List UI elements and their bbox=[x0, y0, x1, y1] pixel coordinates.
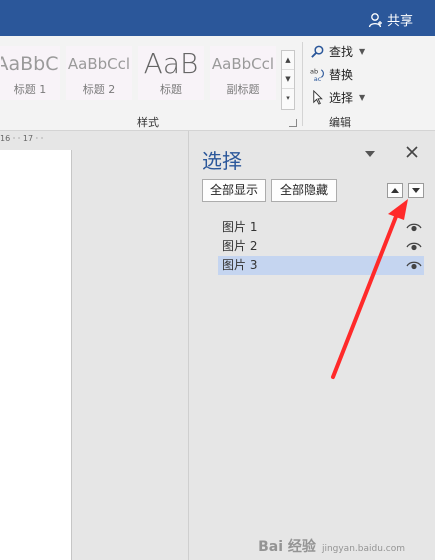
item-label: 图片 3 bbox=[222, 258, 258, 272]
hide-all-button[interactable]: 全部隐藏 bbox=[271, 179, 337, 202]
search-icon bbox=[311, 45, 324, 58]
style-title[interactable]: AaB 标题 bbox=[138, 46, 204, 100]
pane-options-icon[interactable] bbox=[365, 151, 375, 157]
find-label: 查找 bbox=[329, 44, 354, 59]
style-subtitle[interactable]: AaBbCcl 副标题 bbox=[210, 46, 276, 100]
chevron-down-icon: ▼ bbox=[359, 46, 366, 56]
share-label: 共享 bbox=[386, 14, 413, 29]
share-button[interactable]: 共享 bbox=[368, 10, 413, 29]
more-styles-icon[interactable]: ▾ bbox=[282, 89, 294, 108]
style-preview: AaBbC bbox=[0, 53, 59, 75]
replace-label: 替换 bbox=[329, 67, 354, 82]
dialog-launcher-icon[interactable] bbox=[289, 119, 297, 127]
styles-gallery: AaBbC 标题 1 AaBbCcl 标题 2 AaB 标题 AaBbCcl 副… bbox=[0, 46, 298, 110]
cursor-icon bbox=[313, 89, 323, 105]
ruler: 16 · · 17 · · bbox=[0, 131, 188, 147]
style-preview: AaB bbox=[143, 47, 199, 80]
gallery-scroll[interactable]: ▲ ▼ ▾ bbox=[281, 50, 295, 110]
styles-group-label: 样式 bbox=[137, 116, 159, 129]
show-all-button[interactable]: 全部显示 bbox=[202, 179, 266, 202]
style-heading-2[interactable]: AaBbCcl 标题 2 bbox=[66, 46, 132, 100]
send-backward-button[interactable] bbox=[408, 183, 424, 198]
item-label: 图片 2 bbox=[222, 239, 258, 253]
list-item-selected[interactable]: 图片 3 bbox=[218, 256, 424, 275]
style-preview: AaBbCcl bbox=[211, 55, 275, 73]
person-icon bbox=[368, 12, 382, 27]
chevron-down-icon: ▼ bbox=[359, 92, 366, 102]
style-name: 标题 2 bbox=[82, 83, 116, 96]
style-heading-1[interactable]: AaBbC 标题 1 bbox=[0, 46, 60, 100]
eye-icon[interactable] bbox=[406, 260, 422, 271]
scroll-up-icon[interactable]: ▲ bbox=[282, 51, 294, 70]
ruler-marks: 16 · · 17 · · bbox=[0, 134, 44, 143]
eye-icon[interactable] bbox=[406, 222, 422, 233]
find-button[interactable]: 查找 ▼ bbox=[310, 41, 365, 61]
replace-icon: ab ac bbox=[310, 67, 324, 82]
title-bar: 共享 bbox=[0, 0, 435, 36]
style-preview: AaBbCcl bbox=[67, 55, 131, 73]
document-page[interactable] bbox=[0, 150, 72, 560]
style-name: 标题 1 bbox=[13, 83, 47, 96]
watermark-logo: Bai 经验 jingyan.baidu.com bbox=[258, 536, 405, 556]
style-name: 副标题 bbox=[226, 83, 260, 96]
group-divider bbox=[302, 42, 303, 126]
select-label: 选择 bbox=[329, 90, 354, 105]
close-icon[interactable] bbox=[405, 145, 419, 159]
ribbon: AaBbC 标题 1 AaBbCcl 标题 2 AaB 标题 AaBbCcl 副… bbox=[0, 36, 435, 161]
select-button[interactable]: 选择 ▼ bbox=[310, 87, 365, 107]
eye-icon[interactable] bbox=[406, 241, 422, 252]
replace-button[interactable]: ab ac 替换 bbox=[310, 64, 353, 84]
bring-forward-button[interactable] bbox=[387, 183, 403, 198]
selection-pane: 选择 全部显示 全部隐藏 图片 1 图片 2 图片 3 bbox=[188, 131, 435, 560]
triangle-up-icon bbox=[391, 188, 399, 193]
triangle-down-icon bbox=[412, 188, 420, 193]
style-name: 标题 bbox=[160, 83, 182, 96]
editing-group-label: 编辑 bbox=[329, 116, 351, 129]
list-item[interactable]: 图片 1 bbox=[218, 218, 424, 237]
watermark-brand: Bai 经验 bbox=[258, 539, 316, 555]
watermark-domain: jingyan.baidu.com bbox=[321, 544, 405, 554]
pane-title: 选择 bbox=[202, 149, 242, 173]
list-item[interactable]: 图片 2 bbox=[218, 237, 424, 256]
svg-text:ac: ac bbox=[314, 75, 322, 82]
scroll-down-icon[interactable]: ▼ bbox=[282, 70, 294, 89]
item-label: 图片 1 bbox=[222, 220, 258, 234]
